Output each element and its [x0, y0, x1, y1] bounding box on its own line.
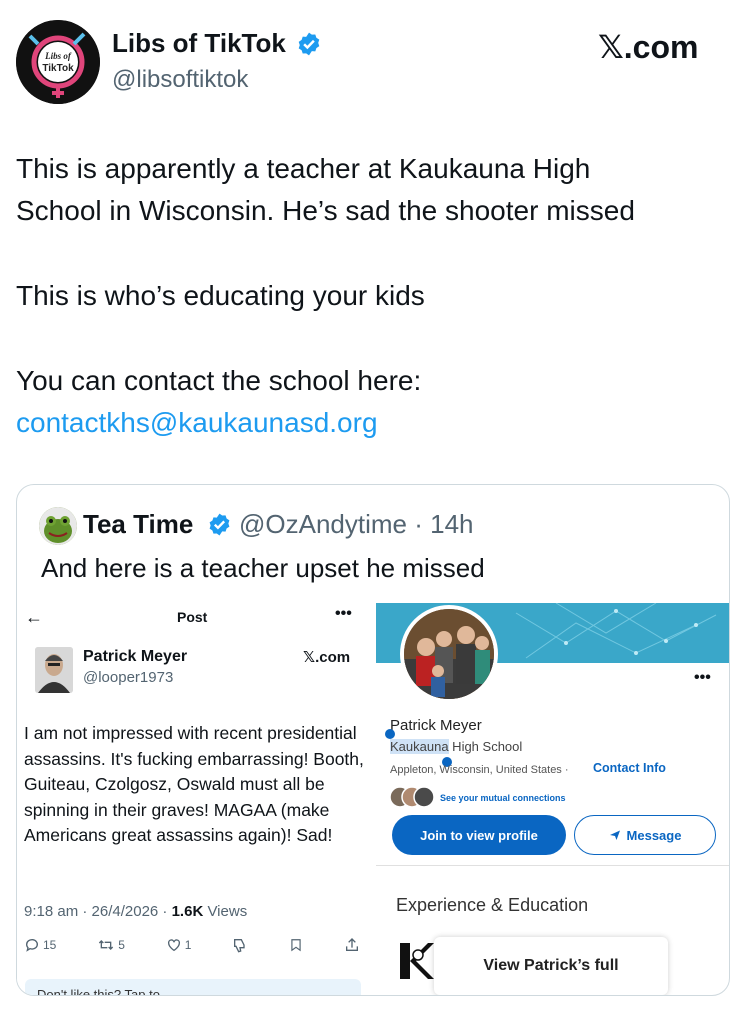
- heart-icon: [167, 939, 180, 952]
- embedded-author-handle: @looper1973: [83, 669, 174, 686]
- avatar-text-2: TikTok: [42, 63, 74, 74]
- embedded-views-label: Views: [203, 903, 248, 920]
- selection-handle: [385, 729, 395, 739]
- message-label: Message: [626, 827, 682, 843]
- share-action: [344, 935, 360, 955]
- like-count: 1: [184, 938, 192, 952]
- author-avatar[interactable]: Libs of TikTok: [16, 20, 100, 104]
- quote-card[interactable]: Tea Time @OzAndytime · 14h And here is a…: [16, 484, 730, 996]
- view-full-profile-card: View Patrick’s full: [434, 937, 668, 995]
- embedded-post-meta: 9:18 am · 26/4/2026 · 1.6K Views: [24, 903, 247, 920]
- author-handle[interactable]: @libsoftiktok: [112, 66, 248, 94]
- quote-author-name[interactable]: Tea Time: [83, 509, 193, 540]
- repost-action: 5: [97, 935, 125, 955]
- bookmark-action: [289, 935, 303, 955]
- x-watermark: 𝕏.com: [598, 29, 699, 65]
- message-button: Message: [574, 815, 716, 855]
- embedded-views-count: 1.6K: [171, 903, 204, 920]
- reply-icon: [26, 939, 38, 952]
- tweet-line: School in Wisconsin. He’s sad the shoote…: [16, 195, 635, 226]
- share-icon: [345, 938, 358, 951]
- linkedin-name: Patrick Meyer: [390, 717, 482, 734]
- email-link[interactable]: contactkhs@kaukaunasd.org: [16, 402, 378, 444]
- linkedin-school: Kaukauna High School: [390, 739, 522, 754]
- quote-author-handle[interactable]: @OzAndytime · 14h: [239, 509, 473, 540]
- linkedin-avatar: [400, 605, 498, 703]
- embedded-linkedin-screenshot: ••• Patrick Meyer Kaukauna High School A…: [376, 603, 729, 995]
- linkedin-contact-info: Contact Info: [593, 761, 666, 775]
- more-icon: •••: [335, 605, 352, 622]
- divider: [376, 865, 729, 866]
- mutual-connections-link: See your mutual connections: [440, 793, 566, 803]
- bookmark-icon: [291, 939, 301, 952]
- repost-icon: [99, 940, 114, 950]
- quote-avatar[interactable]: [39, 507, 77, 545]
- reply-count: 15: [43, 938, 57, 952]
- embedded-post-text: I am not impressed with recent president…: [24, 723, 364, 845]
- embedded-post-title: Post: [177, 609, 208, 625]
- reply-action: 15: [24, 935, 56, 955]
- embedded-avatar: [35, 647, 73, 693]
- embedded-actions: 15 5 1: [24, 935, 360, 955]
- dislike-action: [232, 935, 248, 955]
- tweet-line: This is apparently a teacher at Kaukauna…: [16, 153, 591, 184]
- verified-icon: [298, 32, 320, 56]
- tweet-line: This is who’s educating your kids: [16, 280, 425, 311]
- repost-count: 5: [118, 938, 125, 952]
- join-profile-button: Join to view profile: [392, 815, 566, 855]
- embedded-x-screenshot: ← Post ••• Patrick Meyer @looper1973 𝕏.c…: [17, 603, 367, 995]
- thumbs-down-icon: [234, 939, 245, 953]
- quote-text: And here is a teacher upset he missed: [41, 553, 485, 583]
- linkedin-school-rest: High School: [448, 739, 523, 754]
- embedded-author-name: Patrick Meyer: [83, 648, 188, 665]
- school-logo: [398, 941, 434, 981]
- linkedin-school-highlight: Kaukauna: [390, 739, 449, 754]
- verified-icon: [209, 513, 230, 536]
- more-icon: •••: [694, 669, 711, 686]
- experience-heading: Experience & Education: [396, 895, 589, 915]
- like-action: 1: [166, 935, 192, 955]
- avatar-text-1: Libs of: [44, 51, 72, 61]
- embedded-post-time: 9:18 am · 26/4/2026 ·: [24, 903, 172, 920]
- tweet-line: You can contact the school here:: [16, 365, 422, 396]
- back-arrow-icon: ←: [25, 607, 43, 627]
- mutual-connections-avatars: [389, 785, 436, 809]
- dont-like-banner: Don't like this? Tap to: [25, 979, 361, 995]
- embedded-x-watermark: 𝕏.com: [303, 649, 351, 666]
- send-icon: [609, 830, 620, 840]
- author-name[interactable]: Libs of TikTok: [112, 28, 286, 59]
- linkedin-location: Appleton, Wisconsin, United States ·: [390, 764, 569, 776]
